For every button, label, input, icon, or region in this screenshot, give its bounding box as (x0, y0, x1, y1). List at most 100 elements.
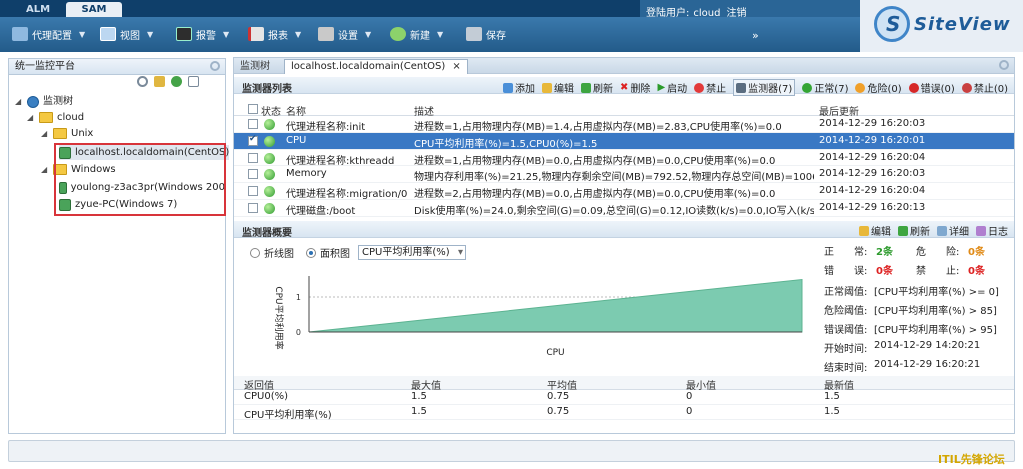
tab-localhost[interactable]: localhost.localdomain(CentOS) × (284, 59, 468, 74)
row-description: Disk使用率(%)=24.0,剩余空间(G)=0.09,总空间(G)=0.12… (414, 205, 814, 217)
gear-icon[interactable] (999, 60, 1009, 70)
table-cell: 0 (686, 406, 693, 417)
disabled-stat-value: 0条 (968, 266, 985, 277)
row-checkbox[interactable] (248, 186, 258, 197)
row-checkbox[interactable] (248, 134, 258, 146)
row-checkbox[interactable] (248, 202, 258, 213)
view-button[interactable]: 视图 ▼ (100, 25, 153, 43)
danger-count[interactable]: 危险(0) (855, 80, 902, 95)
new-button[interactable]: 新建 ▼ (390, 25, 443, 43)
search-icon[interactable] (137, 76, 148, 87)
row-checkbox[interactable] (248, 119, 258, 129)
tree-node-unix[interactable]: ◢ Unix (41, 126, 93, 141)
table-row: CPU平均利用率(%) 1.5 0.75 0 1.5 (234, 405, 1014, 421)
chevron-down-icon: ▼ (79, 29, 86, 39)
tree-node-label: 监测树 (43, 96, 73, 107)
expand-arrow-icon[interactable]: ◢ (41, 162, 49, 177)
delete-button[interactable]: ✖ 删除 (620, 80, 650, 95)
add-label: 添加 (515, 84, 536, 95)
error-stat-label: 错 误: (824, 266, 868, 277)
table-cell: 1.5 (824, 391, 840, 402)
alarm-label: 报警 (196, 30, 216, 42)
disable-label: 禁止 (706, 84, 727, 95)
error-count[interactable]: 错误(0) (908, 80, 955, 95)
alarm-button[interactable]: 报警 ▼ (176, 25, 229, 43)
table-cell: CPU平均利用率(%) (244, 410, 332, 421)
expand-toolbar-button[interactable]: » (752, 29, 759, 42)
tools-icon (318, 27, 334, 41)
tab-alm[interactable]: ALM (12, 3, 64, 17)
left-panel-header: 统一监控平台 (9, 59, 225, 75)
row-checkbox[interactable] (248, 152, 258, 163)
agent-config-button[interactable]: 代理配置 ▼ (12, 25, 85, 43)
expand-arrow-icon[interactable]: ◢ (41, 126, 49, 141)
metric-select[interactable]: CPU平均利用率(%) (358, 245, 466, 260)
danger-stat-value: 0条 (968, 247, 985, 258)
disable-button[interactable]: 禁止 (694, 80, 726, 95)
tree-node-label: cloud (57, 112, 85, 123)
new-icon (390, 27, 406, 41)
start-button[interactable]: ▶ 启动 (657, 80, 687, 95)
chevron-down-icon: ▼ (223, 29, 230, 39)
table-cell: 1.5 (411, 391, 427, 402)
logo-emblem-icon (874, 6, 910, 42)
expand-arrow-icon[interactable]: ◢ (27, 110, 35, 125)
report-button[interactable]: 报表 ▼ (248, 25, 301, 43)
refresh-icon (898, 225, 908, 236)
refresh-button[interactable]: 刷新 (581, 80, 613, 95)
edit-button[interactable]: 编辑 (542, 80, 574, 95)
threshold-value: [CPU平均利用率(%) > 95] (874, 325, 997, 336)
table-row[interactable]: 代理磁盘:/boot Disk使用率(%)=24.0,剩余空间(G)=0.09,总… (234, 200, 1014, 217)
chart-view-controls: 折线图 面积图 CPU平均利用率(%) (250, 245, 466, 260)
chevron-down-icon: ▼ (365, 29, 372, 39)
add-button[interactable]: 添加 (503, 80, 535, 95)
table-row[interactable]: 代理进程名称:kthreadd 进程数=1,占用物理内存(MB)=0.0,占用虚拟… (234, 150, 1014, 167)
row-checkbox[interactable] (248, 169, 258, 180)
save-button[interactable]: 保存 (466, 25, 506, 43)
area-chart-label: 面积图 (320, 249, 350, 260)
row-name: 代理磁盘:/boot (286, 205, 356, 217)
refresh-icon[interactable] (171, 76, 182, 87)
expand-arrow-icon[interactable]: ◢ (15, 94, 23, 109)
settings-button[interactable]: 设置 ▼ (318, 25, 371, 43)
watermark: ITIL先锋论坛 (938, 453, 1005, 466)
row-description: 进程数=1,占用物理内存(MB)=0.0,占用虚拟内存(MB)=0.0,CPU使… (414, 155, 776, 167)
summary-edit-button[interactable]: 编辑 (859, 223, 891, 238)
summary-detail-button[interactable]: 详细 (937, 223, 969, 238)
table-row: CPU0(%) 1.5 0.75 0 1.5 (234, 390, 1014, 405)
refresh-label: 刷新 (593, 84, 614, 95)
collapse-icon[interactable] (188, 76, 199, 87)
row-description: 进程数=1,占用物理内存(MB)=1.4,占用虚拟内存(MB)=2.83,CPU… (414, 122, 782, 133)
gear-icon[interactable] (210, 61, 220, 71)
row-last-update: 2014-12-29 16:20:04 (819, 151, 926, 163)
tree-node-root[interactable]: ◢ 监测树 (15, 94, 73, 109)
tab-sam[interactable]: SAM (66, 2, 122, 17)
summary-log-button[interactable]: 日志 (976, 223, 1008, 238)
tree-node-cloud[interactable]: ◢ cloud (27, 110, 84, 125)
table-row[interactable]: 代理进程名称:init 进程数=1,占用物理内存(MB)=1.4,占用虚拟内存(M… (234, 116, 1014, 133)
row-last-update: 2014-12-29 16:20:03 (819, 118, 926, 129)
area-chart-radio[interactable] (306, 247, 316, 258)
table-row[interactable]: CPU CPU平均利用率(%)=1.5,CPU0(%)=1.5 2014-12-29… (234, 132, 1014, 150)
monitor-count-label: 监测器(7) (748, 84, 793, 95)
folder-icon (39, 112, 53, 123)
disabled-count[interactable]: 禁止(0) (961, 80, 1008, 95)
summary-stats: 正 常: 2条 危 险: 0条 错 误: 0条 禁 止: 0条 正常阈值: [CP… (824, 243, 1014, 374)
summary-actions: 编辑 刷新 详细 日志 (859, 223, 1008, 238)
close-icon[interactable]: × (452, 61, 460, 72)
filter-icon[interactable] (154, 76, 165, 87)
select-all-checkbox[interactable] (248, 104, 258, 114)
table-row[interactable]: 代理进程名称:migration/0 进程数=2,占用物理内存(MB)=0.0,占… (234, 183, 1014, 200)
threshold-value: 2014-12-29 16:20:21 (874, 359, 981, 370)
edit-label: 编辑 (554, 84, 575, 95)
row-name: 代理进程名称:init (286, 122, 366, 133)
main-panel: 监测树 localhost.localdomain(CentOS) × 监测器列… (233, 57, 1015, 434)
line-chart-radio[interactable] (250, 247, 260, 258)
edit-icon (542, 82, 553, 93)
tab-monitor-tree[interactable]: 监测树 (240, 60, 270, 74)
table-row[interactable]: Memory 物理内存利用率(%)=21.25,物理内存剩余空间(MB)=792.… (234, 166, 1014, 183)
monitor-count[interactable]: 监测器(7) (733, 79, 796, 96)
normal-count[interactable]: 正常(7) (802, 80, 848, 95)
summary-refresh-button[interactable]: 刷新 (898, 223, 930, 238)
detail-icon (937, 225, 947, 236)
